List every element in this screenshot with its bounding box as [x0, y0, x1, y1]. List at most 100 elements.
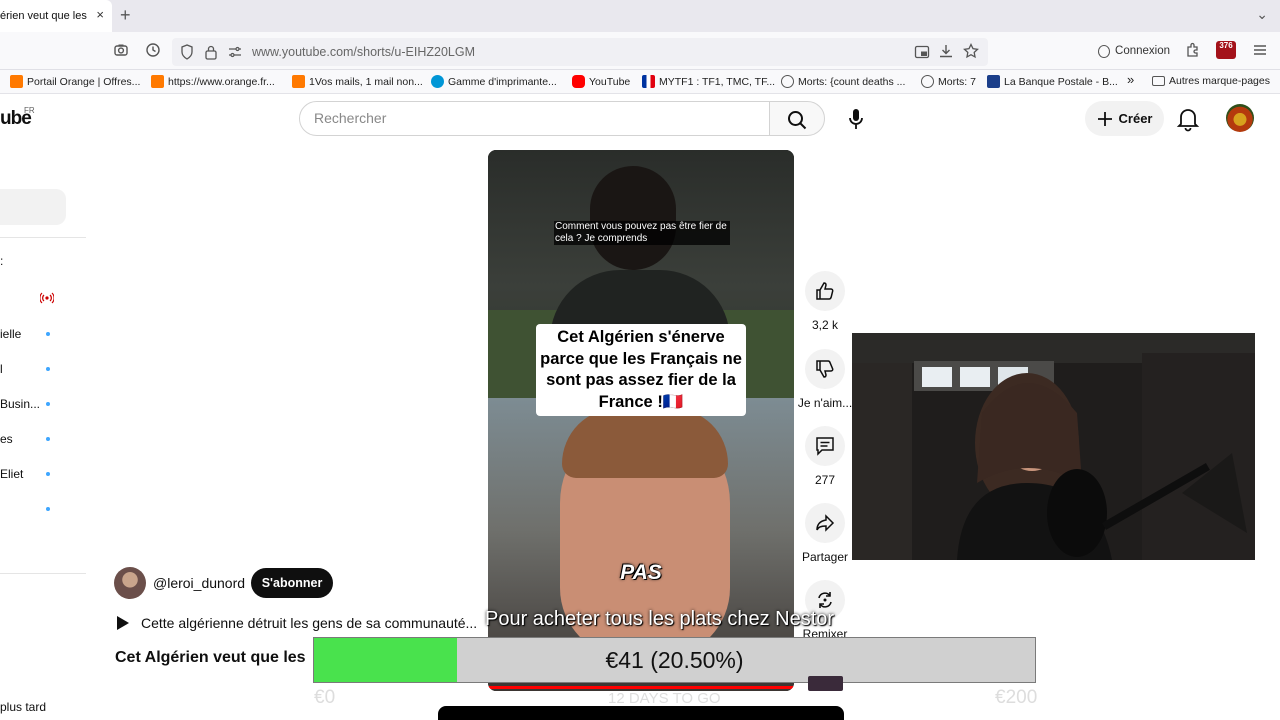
lock-icon[interactable]: [204, 44, 218, 60]
stream-caption: Pour acheter tous les plats chez Nestor: [485, 608, 835, 630]
history-icon[interactable]: [145, 42, 161, 58]
sidebar-divider: [0, 237, 86, 238]
video-title: Cet Algérien veut que les: [115, 649, 306, 666]
share-label: Partager: [801, 550, 849, 564]
sidebar-item-subscription[interactable]: Busin...: [0, 397, 40, 411]
next-short-preview[interactable]: [438, 706, 844, 720]
bookmarks-overflow-button[interactable]: »: [1127, 72, 1134, 87]
person-hair: [562, 408, 728, 478]
screenshot-icon[interactable]: [113, 42, 129, 58]
sidebar-item-subscription[interactable]: es: [0, 432, 13, 446]
new-content-dot: [46, 402, 50, 406]
video-progress-bar[interactable]: [488, 686, 794, 689]
extensions-icon[interactable]: [1185, 42, 1201, 58]
region-code: FR: [24, 106, 35, 115]
globe-icon: [781, 75, 794, 88]
ublock-extension-badge[interactable]: 376: [1216, 41, 1236, 59]
tf1-icon: [642, 75, 655, 88]
sidebar-item-subscription[interactable]: l: [0, 362, 3, 376]
connexion-button[interactable]: Connexion: [1092, 38, 1170, 64]
globe-icon: [921, 75, 934, 88]
youtube-icon: [572, 75, 585, 88]
channel-avatar[interactable]: [114, 567, 146, 599]
bookmark-item[interactable]: Portail Orange | Offres...: [10, 75, 140, 88]
bookmark-star-icon[interactable]: [963, 43, 979, 59]
dislike-button[interactable]: [805, 349, 845, 389]
goal-min-label: €0: [314, 687, 336, 708]
remix-icon: [818, 592, 832, 608]
account-icon: [1098, 44, 1111, 58]
thumbs-up-icon: [816, 282, 834, 300]
search-input[interactable]: Rechercher: [299, 101, 770, 136]
bookmark-item[interactable]: YouTube: [572, 75, 630, 88]
notifications-bell-icon[interactable]: [1176, 106, 1200, 132]
tab-close-icon[interactable]: ×: [96, 7, 104, 22]
new-content-dot: [46, 332, 50, 336]
video-subtitle: Comment vous pouvez pas être fier de cel…: [554, 221, 730, 245]
comment-count: 277: [814, 473, 836, 487]
sidebar-divider: [0, 573, 86, 574]
orange-icon: [292, 75, 305, 88]
bookmark-item[interactable]: https://www.orange.fr...: [151, 75, 275, 88]
person-head: [590, 166, 676, 270]
sidebar-selected-item[interactable]: [0, 189, 66, 225]
other-bookmarks-folder[interactable]: Autres marque-pages: [1152, 75, 1270, 87]
new-content-dot: [46, 507, 50, 511]
url-text: www.youtube.com/shorts/u-EIHZ20LGM: [252, 45, 475, 59]
goal-max-label: €200: [995, 687, 1038, 708]
sidebar-item-subscription[interactable]: ielle: [0, 327, 21, 341]
search-icon: [788, 111, 807, 130]
search-button[interactable]: [769, 101, 825, 136]
new-content-dot: [46, 472, 50, 476]
next-short-thumbnail[interactable]: [808, 676, 843, 691]
like-count: 3,2 k: [811, 318, 838, 332]
bookmark-item[interactable]: Morts: 7: [921, 75, 976, 88]
url-bar[interactable]: www.youtube.com/shorts/u-EIHZ20LGM: [172, 38, 988, 66]
bookmark-item[interactable]: 1Vos mails, 1 mail non...: [292, 75, 423, 88]
thumbs-down-icon: [816, 360, 834, 378]
bookmark-item[interactable]: Morts: {count deaths ...: [781, 75, 905, 88]
donation-goal-bar: €41 (20.50%): [313, 637, 1036, 683]
comments-button[interactable]: [805, 426, 845, 466]
extension-badge-count: 376: [1219, 41, 1233, 50]
bookmarks-bar: Portail Orange | Offres... https://www.o…: [0, 70, 1280, 94]
channel-name[interactable]: @leroi_dunord: [153, 575, 245, 591]
browser-tab[interactable]: érien veut que les Fr ×: [0, 0, 112, 32]
linked-video-description[interactable]: Cette algérienne détruit les gens de sa …: [141, 615, 477, 631]
hp-icon: [431, 75, 444, 88]
play-icon[interactable]: [116, 615, 130, 631]
subscribe-button[interactable]: S'abonner: [251, 568, 333, 598]
picture-in-picture-icon[interactable]: [914, 44, 930, 60]
bookmark-item[interactable]: MYTF1 : TF1, TMC, TF...: [642, 75, 775, 88]
like-button[interactable]: [805, 271, 845, 311]
shield-icon[interactable]: [180, 44, 194, 60]
folder-icon: [1152, 76, 1165, 86]
new-content-dot: [46, 437, 50, 441]
share-button[interactable]: [805, 503, 845, 543]
dislike-label: Je n'aim...: [797, 396, 853, 410]
download-icon[interactable]: [938, 43, 954, 59]
menu-icon[interactable]: [1252, 42, 1268, 58]
sidebar-item-watch-later[interactable]: plus tard: [0, 700, 46, 714]
goal-amount-text: €41 (20.50%): [605, 647, 744, 673]
sidebar-item-subscription[interactable]: Eliet: [0, 467, 23, 481]
connexion-label: Connexion: [1115, 45, 1170, 57]
screen: érien veut que les Fr × + ⌄ www.youtube.…: [0, 0, 1280, 720]
microphone-icon: [849, 109, 863, 129]
permissions-icon[interactable]: [228, 45, 242, 59]
video-title-overlay: Cet Algérien s'énerve parce que les Fran…: [536, 324, 746, 416]
sidebar-item-label[interactable]: :: [0, 254, 3, 268]
bookmark-item[interactable]: Gamme d'imprimante...: [431, 75, 557, 88]
orange-icon: [151, 75, 164, 88]
new-tab-button[interactable]: +: [120, 5, 131, 26]
list-tabs-button[interactable]: ⌄: [1256, 6, 1268, 23]
create-button[interactable]: Créer: [1085, 101, 1164, 136]
voice-search-button[interactable]: [837, 101, 875, 137]
avatar[interactable]: [1226, 104, 1254, 132]
tab-title: érien veut que les Fr: [0, 10, 90, 22]
banque-postale-icon: [987, 75, 1000, 88]
goal-days-label: 12 DAYS TO GO: [608, 690, 721, 707]
tab-strip: érien veut que les Fr × + ⌄: [0, 0, 1280, 32]
bookmark-item[interactable]: La Banque Postale - B...: [987, 75, 1118, 88]
video-caption-word: PAS: [620, 561, 662, 584]
